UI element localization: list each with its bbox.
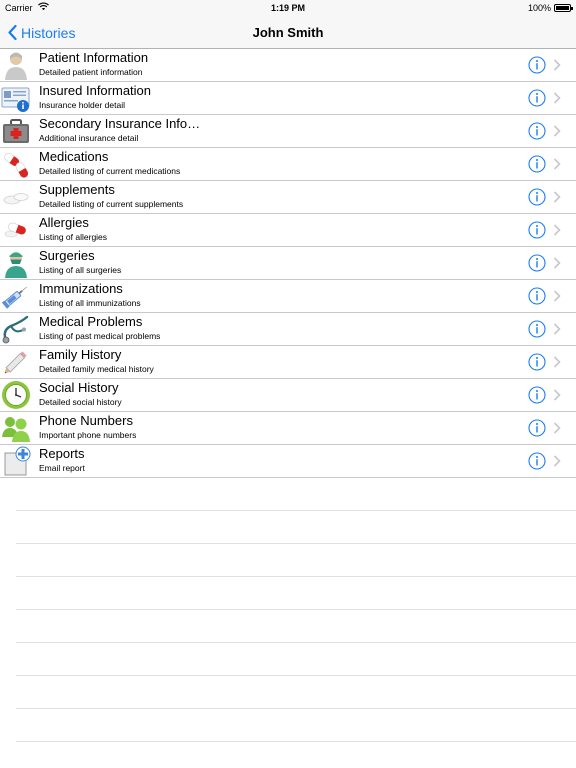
item-subtitle: Insurance holder detail <box>39 100 126 110</box>
navigation-bar: Histories John Smith <box>0 16 576 49</box>
item-subtitle: Important phone numbers <box>39 430 137 440</box>
info-icon[interactable] <box>528 254 546 272</box>
chevron-right-icon <box>553 191 561 203</box>
item-label: Phone Numbers <box>39 413 133 428</box>
list-item-immunizations[interactable]: Immunizations Listing of all immunizatio… <box>0 280 576 313</box>
empty-row <box>16 643 576 676</box>
item-label: Reports <box>39 446 85 461</box>
pencil-icon <box>4 351 27 374</box>
clock-label: 1:19 PM <box>270 3 305 13</box>
list-item-medical-problems[interactable]: Medical Problems Listing of past medical… <box>0 313 576 346</box>
info-icon[interactable] <box>528 287 546 305</box>
item-label: Supplements <box>39 182 115 197</box>
chevron-right-icon <box>553 257 561 269</box>
item-label: Patient Information <box>39 50 149 65</box>
empty-row <box>16 544 576 577</box>
clock-icon <box>2 381 30 409</box>
empty-row <box>16 478 576 511</box>
item-subtitle: Email report <box>39 463 85 473</box>
medical-kit-icon <box>3 119 29 143</box>
item-subtitle: Detailed family medical history <box>39 364 154 374</box>
info-icon[interactable] <box>528 353 546 371</box>
item-subtitle: Listing of all immunizations <box>39 298 141 308</box>
insurance-card-icon <box>1 87 30 112</box>
people-icon <box>2 417 30 442</box>
status-bar: Carrier 1:19 PM 100% <box>0 0 576 16</box>
item-label: Allergies <box>39 215 89 230</box>
tablets-icon <box>3 193 29 205</box>
list-item-insured-information[interactable]: Insured Information Insurance holder det… <box>0 82 576 115</box>
battery-icon <box>554 4 573 12</box>
battery-percent: 100% <box>527 3 551 13</box>
empty-row <box>16 676 576 709</box>
report-icon <box>4 446 31 476</box>
list-item-allergies[interactable]: Allergies Listing of allergies <box>0 214 576 247</box>
history-list: Patient Information Detailed patient inf… <box>0 49 576 742</box>
item-label: Medications <box>39 149 109 164</box>
item-label: Medical Problems <box>39 314 143 329</box>
item-subtitle: Additional insurance detail <box>39 133 139 143</box>
empty-row <box>16 577 576 610</box>
item-label: Family History <box>39 347 122 362</box>
syringe-icon <box>1 286 27 309</box>
chevron-right-icon <box>553 125 561 137</box>
surgeon-icon <box>5 252 27 278</box>
info-icon[interactable] <box>528 419 546 437</box>
info-icon[interactable] <box>528 89 546 107</box>
capsule-icon <box>4 222 27 238</box>
list-item-phone-numbers[interactable]: Phone Numbers Important phone numbers <box>0 412 576 445</box>
item-label: Secondary Insurance Info… <box>39 116 201 131</box>
item-subtitle: Detailed listing of current supplements <box>39 199 184 209</box>
item-label: Surgeries <box>39 248 95 263</box>
list-item-supplements[interactable]: Supplements Detailed listing of current … <box>0 181 576 214</box>
info-icon[interactable] <box>528 221 546 239</box>
info-icon[interactable] <box>528 452 546 470</box>
chevron-right-icon <box>553 455 561 467</box>
list-item-family-history[interactable]: Family History Detailed family medical h… <box>0 346 576 379</box>
page-title: John Smith <box>252 25 324 40</box>
item-subtitle: Detailed patient information <box>39 67 143 77</box>
list-item-social-history[interactable]: Social History Detailed social history <box>0 379 576 412</box>
list-item-surgeries[interactable]: Surgeries Listing of all surgeries <box>0 247 576 280</box>
chevron-right-icon <box>553 356 561 368</box>
item-subtitle: Listing of past medical problems <box>39 331 161 341</box>
list-item-patient-information[interactable]: Patient Information Detailed patient inf… <box>0 49 576 82</box>
chevron-right-icon <box>553 92 561 104</box>
list-item-medications[interactable]: Medications Detailed listing of current … <box>0 148 576 181</box>
patient-icon <box>5 52 27 80</box>
list-item-secondary-insurance[interactable]: Secondary Insurance Info… Additional ins… <box>0 115 576 148</box>
chevron-right-icon <box>553 323 561 335</box>
stethoscope-icon <box>2 315 29 344</box>
empty-row <box>16 511 576 544</box>
chevron-right-icon <box>553 59 561 71</box>
item-subtitle: Listing of allergies <box>39 232 108 242</box>
item-subtitle: Detailed social history <box>39 397 122 407</box>
item-subtitle: Listing of all surgeries <box>39 265 122 275</box>
chevron-right-icon <box>553 158 561 170</box>
item-label: Insured Information <box>39 83 152 98</box>
empty-row <box>16 610 576 643</box>
info-icon[interactable] <box>528 188 546 206</box>
item-label: Social History <box>39 380 119 395</box>
chevron-right-icon <box>553 389 561 401</box>
info-icon[interactable] <box>528 122 546 140</box>
info-icon[interactable] <box>528 386 546 404</box>
empty-row <box>16 709 576 742</box>
info-icon[interactable] <box>528 155 546 173</box>
info-icon[interactable] <box>528 56 546 74</box>
info-icon[interactable] <box>528 320 546 338</box>
item-label: Immunizations <box>39 281 123 296</box>
item-subtitle: Detailed listing of current medications <box>39 166 181 176</box>
pills-icon <box>4 152 29 178</box>
chevron-right-icon <box>553 290 561 302</box>
list-item-reports[interactable]: Reports Email report <box>0 445 576 478</box>
chevron-right-icon <box>553 224 561 236</box>
chevron-right-icon <box>553 422 561 434</box>
